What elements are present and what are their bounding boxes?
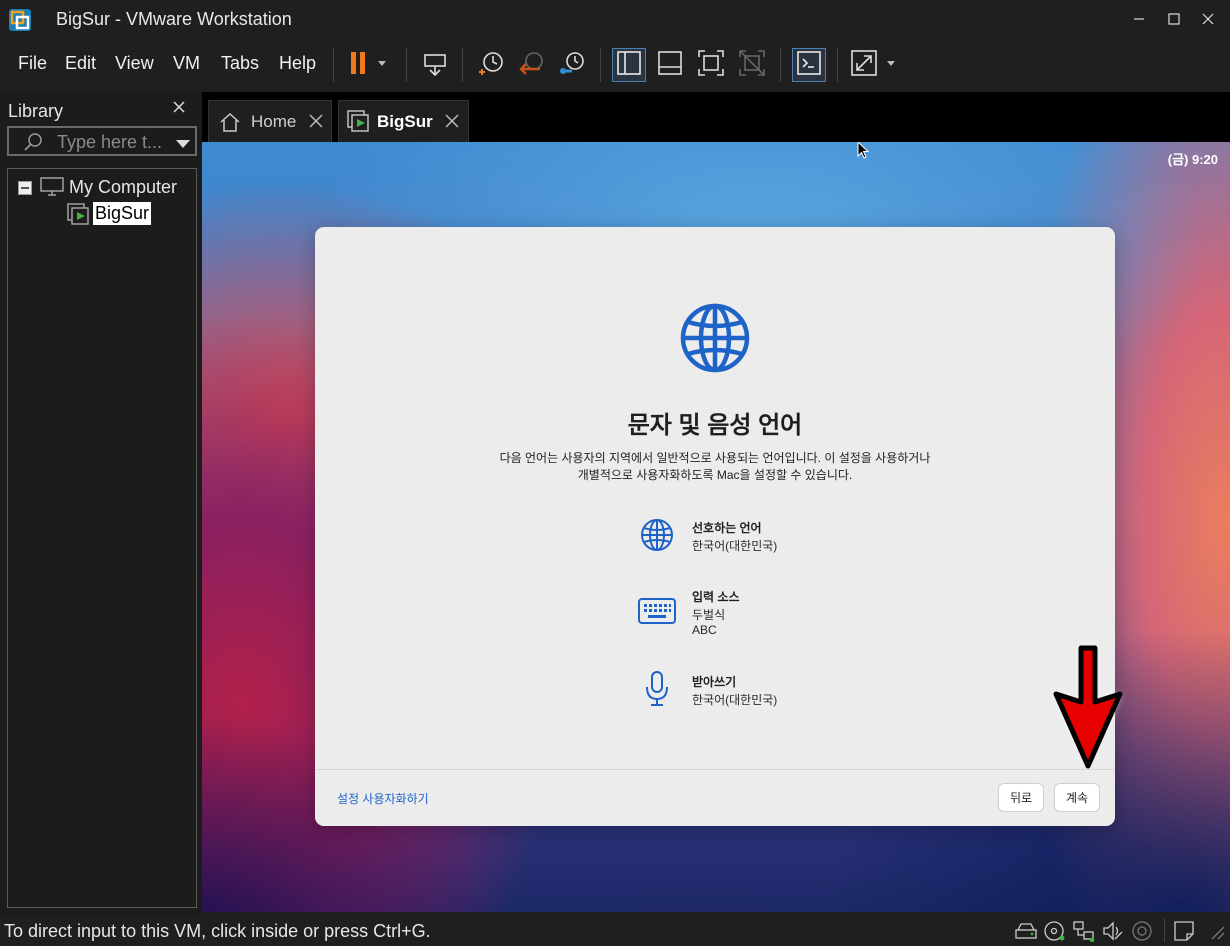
- option-value: 한국어(대한민국): [692, 539, 778, 553]
- vm-menubar-clock: (금) 9:20: [1167, 152, 1218, 167]
- mouse-cursor-icon: [857, 142, 871, 166]
- snapshot-take-icon: [477, 49, 505, 82]
- search-placeholder: Type here t...: [57, 132, 163, 152]
- menu-tabs[interactable]: Tabs: [221, 53, 259, 74]
- thumbnail-bar-icon: [657, 50, 683, 81]
- snapshot-manager-icon: [559, 49, 587, 82]
- option-value: ABC: [692, 623, 717, 637]
- option-title: 받아쓰기: [692, 675, 737, 689]
- console-view-icon: [796, 50, 822, 81]
- tree-item-my-computer[interactable]: My Computer: [69, 177, 177, 198]
- hard-disk-icon[interactable]: [1014, 919, 1038, 943]
- stretch-button[interactable]: [848, 48, 900, 82]
- microphone-icon: [637, 669, 677, 709]
- menu-help[interactable]: Help: [279, 53, 316, 74]
- vm-running-icon: [67, 203, 91, 232]
- sound-card-icon[interactable]: [1101, 919, 1125, 943]
- status-text: To direct input to this VM, click inside…: [4, 921, 431, 941]
- maximize-button[interactable]: [1159, 6, 1189, 32]
- library-search-input[interactable]: Type here t...: [7, 126, 197, 156]
- window-title: BigSur - VMware Workstation: [56, 9, 292, 29]
- send-ctrl-alt-del-icon: [421, 49, 449, 82]
- description-line: 개별적으로 사용자화하도록 Mac을 설정할 수 있습니다.: [577, 468, 853, 482]
- close-icon[interactable]: [172, 100, 190, 118]
- full-screen-icon: [697, 49, 725, 82]
- close-button[interactable]: [1193, 6, 1223, 32]
- toolbar-divider: [780, 48, 781, 82]
- full-screen-button[interactable]: [694, 48, 728, 82]
- toolbar-divider: [462, 48, 463, 82]
- stretch-icon: [849, 49, 899, 82]
- globe-icon: [637, 515, 677, 555]
- tab-bar: Home BigSur: [202, 92, 1230, 142]
- collapse-icon[interactable]: [18, 179, 32, 200]
- continue-button[interactable]: 계속: [1054, 783, 1100, 812]
- toolbar-divider: [406, 48, 407, 82]
- tab-bigsur-label: BigSur: [377, 112, 433, 131]
- vmware-logo-icon: [8, 8, 32, 32]
- network-adapter-icon[interactable]: [1072, 919, 1096, 943]
- red-arrow-annotation-icon: [1048, 642, 1128, 777]
- tab-home[interactable]: Home: [208, 100, 332, 142]
- unity-icon: [738, 49, 766, 82]
- snapshot-manager-button[interactable]: [556, 48, 590, 82]
- console-view-button[interactable]: [792, 48, 826, 82]
- toolbar-divider: [837, 48, 838, 82]
- dialog-description: 다음 언어는 사용자의 지역에서 일반적으로 사용되는 언어입니다. 이 설정을…: [475, 450, 955, 484]
- search-icon: [23, 132, 43, 157]
- minimize-button[interactable]: [1124, 6, 1154, 32]
- customize-settings-link[interactable]: 설정 사용자화하기: [337, 790, 429, 807]
- library-panel: Library Type here t... My Computer BigSu…: [0, 92, 202, 914]
- send-ctrl-alt-del-button[interactable]: [418, 48, 452, 82]
- vm-running-icon: [347, 110, 371, 139]
- option-title: 입력 소스: [692, 590, 740, 604]
- menu-view[interactable]: View: [115, 53, 154, 74]
- menu-vm[interactable]: VM: [173, 53, 200, 74]
- show-library-button[interactable]: [612, 48, 646, 82]
- toolbar-divider: [600, 48, 601, 82]
- revert-snapshot-button[interactable]: [515, 48, 549, 82]
- keyboard-icon: [637, 591, 677, 631]
- close-tab-icon[interactable]: [309, 114, 323, 133]
- chevron-down-icon[interactable]: [175, 136, 191, 154]
- library-title: Library: [8, 101, 64, 121]
- option-value: 두벌식: [692, 608, 726, 622]
- menu-toolbar: File Edit View VM Tabs Help: [0, 40, 1230, 90]
- menu-edit[interactable]: Edit: [65, 53, 96, 74]
- resize-grip-icon[interactable]: [1204, 919, 1228, 943]
- snapshot-revert-icon: [518, 49, 546, 82]
- home-icon: [219, 111, 241, 138]
- dialog-title: 문자 및 음성 언어: [627, 412, 803, 439]
- message-log-icon[interactable]: [1172, 919, 1196, 943]
- title-bar: BigSur - VMware Workstation: [0, 0, 1230, 40]
- tree-item-bigsur[interactable]: BigSur: [93, 202, 152, 225]
- take-snapshot-button[interactable]: [474, 48, 508, 82]
- toolbar-divider: [333, 48, 334, 82]
- pause-button[interactable]: [342, 48, 392, 82]
- tab-home-label: Home: [251, 112, 297, 131]
- menu-file[interactable]: File: [18, 53, 47, 74]
- description-line: 다음 언어는 사용자의 지역에서 일반적으로 사용되는 언어입니다. 이 설정을…: [499, 451, 931, 465]
- divider: [315, 769, 1115, 770]
- close-tab-icon[interactable]: [445, 114, 459, 133]
- vm-screen[interactable]: (금) 9:20 문자 및 음성 언어 다음 언어는 사용자의 지역에서 일반적…: [202, 142, 1230, 912]
- option-title: 선호하는 언어: [692, 521, 762, 535]
- back-button[interactable]: 뒤로: [998, 783, 1044, 812]
- globe-icon: [679, 302, 751, 379]
- usb-device-icon[interactable]: [1130, 919, 1154, 943]
- setup-dialog: 문자 및 음성 언어 다음 언어는 사용자의 지역에서 일반적으로 사용되는 언…: [315, 227, 1115, 826]
- option-value: 한국어(대한민국): [692, 693, 778, 707]
- status-bar: To direct input to this VM, click inside…: [0, 914, 1230, 946]
- computer-icon: [40, 177, 64, 202]
- library-tree: My Computer BigSur: [7, 168, 197, 908]
- pause-icon: [344, 48, 390, 83]
- show-library-icon: [616, 50, 642, 81]
- tab-bigsur[interactable]: BigSur: [338, 100, 469, 142]
- statusbar-divider: [1164, 918, 1165, 942]
- cd-dvd-icon[interactable]: [1043, 919, 1067, 943]
- unity-button[interactable]: [735, 48, 769, 82]
- thumbnail-bar-button[interactable]: [653, 48, 687, 82]
